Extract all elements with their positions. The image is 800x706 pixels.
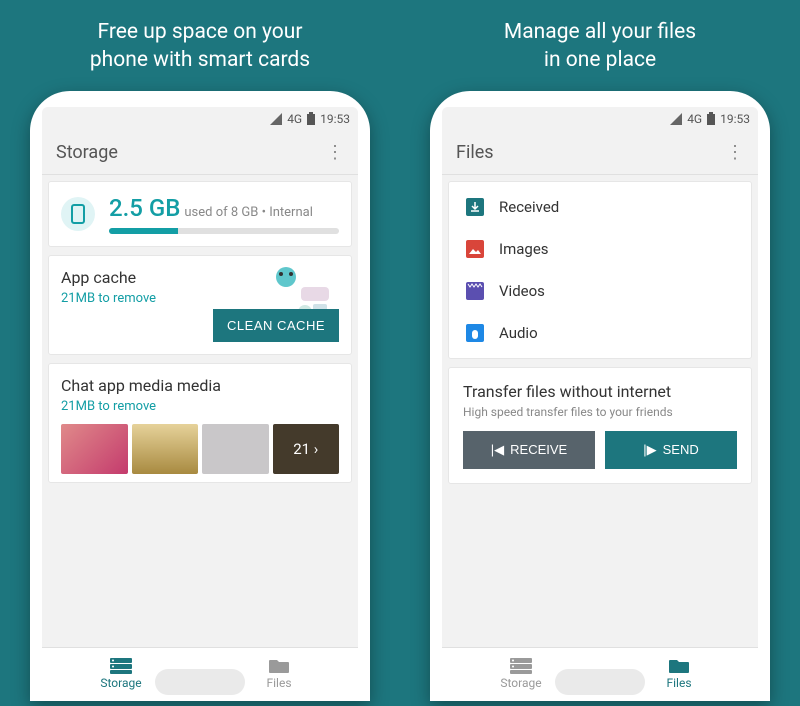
right-phone-frame: 4G 19:53 Files ⋮ Received Images <box>430 91 770 701</box>
menu-icon[interactable]: ⋮ <box>326 142 344 163</box>
clean-cache-button[interactable]: CLEAN CACHE <box>213 309 339 342</box>
files-row-audio[interactable]: Audio <box>449 312 751 354</box>
audio-icon <box>465 323 485 343</box>
nav-label: Storage <box>500 676 541 690</box>
media-thumb[interactable] <box>202 424 269 474</box>
phone-icon <box>61 197 95 231</box>
network-label: 4G <box>687 112 702 126</box>
chat-media-card: Chat app media media 21MB to remove 21 › <box>48 363 352 483</box>
row-label: Images <box>499 240 549 258</box>
media-thumb-more[interactable]: 21 › <box>273 424 340 474</box>
media-thumb[interactable] <box>61 424 128 474</box>
status-bar: 4G 19:53 <box>442 107 758 131</box>
receive-label: RECEIVE <box>510 442 567 457</box>
media-thumb[interactable] <box>132 424 199 474</box>
transfer-title: Transfer files without internet <box>463 382 737 401</box>
receive-icon: |◀ <box>491 442 504 458</box>
transfer-sub: High speed transfer files to your friend… <box>463 405 737 419</box>
app-cache-card: App cache 21MB to remove CLEAN CACHE <box>48 255 352 355</box>
signal-icon <box>670 113 682 125</box>
signal-icon <box>270 113 282 125</box>
battery-icon <box>307 112 315 125</box>
image-icon <box>465 239 485 259</box>
row-label: Received <box>499 198 559 216</box>
menu-icon[interactable]: ⋮ <box>726 142 744 163</box>
battery-icon <box>707 112 715 125</box>
row-label: Audio <box>499 324 538 342</box>
home-button[interactable] <box>555 669 645 695</box>
receive-button[interactable]: |◀ RECEIVE <box>463 431 595 469</box>
app-bar: Storage ⋮ <box>42 131 358 175</box>
clock-label: 19:53 <box>720 112 750 126</box>
files-row-received[interactable]: Received <box>449 186 751 228</box>
send-icon: |▶ <box>643 442 656 458</box>
nav-label: Storage <box>100 676 141 690</box>
media-title: Chat app media media <box>61 376 339 395</box>
nav-label: Files <box>666 676 691 690</box>
files-row-images[interactable]: Images <box>449 228 751 270</box>
appbar-title: Files <box>456 142 494 163</box>
video-icon <box>465 281 485 301</box>
folder-icon <box>668 658 690 674</box>
app-bar: Files ⋮ <box>442 131 758 175</box>
used-amount: 2.5 GB <box>109 194 180 222</box>
appbar-title: Storage <box>56 142 118 163</box>
network-label: 4G <box>287 112 302 126</box>
storage-icon <box>510 658 532 674</box>
used-subtext: used of 8 GB • Internal <box>184 205 312 220</box>
left-headline: Free up space on your phone with smart c… <box>90 18 310 75</box>
storage-icon <box>110 658 132 674</box>
status-bar: 4G 19:53 <box>42 107 358 131</box>
right-headline: Manage all your files in one place <box>504 18 696 75</box>
row-label: Videos <box>499 282 545 300</box>
clock-label: 19:53 <box>320 112 350 126</box>
folder-icon <box>268 658 290 674</box>
home-button[interactable] <box>155 669 245 695</box>
files-row-videos[interactable]: Videos <box>449 270 751 312</box>
file-category-list: Received Images Videos Audio <box>448 181 752 359</box>
usage-bar <box>109 228 339 234</box>
send-button[interactable]: |▶ SEND <box>605 431 737 469</box>
nav-label: Files <box>266 676 291 690</box>
transfer-card: Transfer files without internet High spe… <box>448 367 752 484</box>
send-label: SEND <box>663 442 699 457</box>
left-phone-frame: 4G 19:53 Storage ⋮ 2.5 GB used of 8 GB •… <box>30 91 370 701</box>
media-sub: 21MB to remove <box>61 399 339 414</box>
download-icon <box>465 197 485 217</box>
storage-usage-card[interactable]: 2.5 GB used of 8 GB • Internal <box>48 181 352 247</box>
